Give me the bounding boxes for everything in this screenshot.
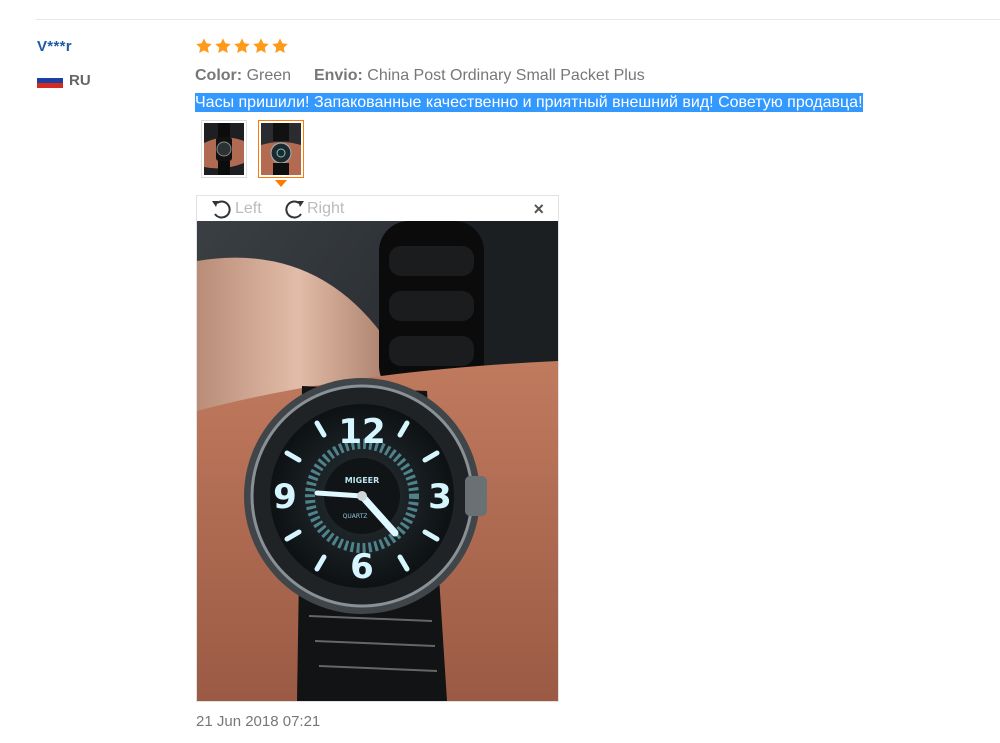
photo-thumbnail-1[interactable] <box>201 120 247 178</box>
star-rating <box>195 35 985 57</box>
rotate-left-label: Left <box>235 200 262 217</box>
rotate-left-icon <box>212 200 231 219</box>
star-icon <box>234 38 250 54</box>
review-photo: 12 6 9 3 MIGEER QUARTZ <box>197 221 558 701</box>
review-date: 21 Jun 2018 07:21 <box>196 713 321 730</box>
rotate-right-label: Right <box>307 200 345 217</box>
russia-flag-icon <box>37 73 63 88</box>
close-viewer-button[interactable]: × <box>533 200 544 218</box>
reviewer-info: V***r RU <box>37 38 91 89</box>
review-body: Color: Green Envio: China Post Ordinary … <box>195 35 985 187</box>
order-details: Color: Green Envio: China Post Ordinary … <box>195 67 985 85</box>
viewer-toolbar: Left Right × <box>197 196 558 221</box>
color-value: Green <box>246 67 292 84</box>
rotate-right-icon <box>285 200 304 219</box>
reviewer-country: RU <box>37 72 91 89</box>
watch-sublabel: QUARTZ <box>343 513 368 520</box>
shipping-value: China Post Ordinary Small Packet Plus <box>367 67 645 84</box>
reviewer-name[interactable]: V***r <box>37 38 72 55</box>
country-code: RU <box>69 72 91 89</box>
review-text-selection: Часы пришили! Запакованные качественно и… <box>195 93 863 112</box>
photo-viewer: Left Right × 12 6 9 3 MIGEER QUARTZ <box>196 195 559 702</box>
watch-brand: MIGEER <box>345 476 380 485</box>
star-icon <box>215 38 231 54</box>
svg-text:3: 3 <box>428 477 452 517</box>
svg-text:6: 6 <box>350 547 374 587</box>
svg-text:9: 9 <box>273 477 297 517</box>
wrist-watch-photo <box>261 123 301 175</box>
wrist-watch-photo <box>204 123 244 175</box>
divider <box>36 19 1000 20</box>
rotate-right-button[interactable]: Right <box>281 197 344 221</box>
star-icon <box>272 38 288 54</box>
star-icon <box>253 38 269 54</box>
shipping-label: Envio: <box>313 67 363 84</box>
rotate-left-button[interactable]: Left <box>209 197 262 221</box>
photo-thumbnails <box>201 120 985 187</box>
photo-thumbnail-2[interactable] <box>258 120 304 187</box>
star-icon <box>196 38 212 54</box>
review-text: Часы пришили! Запакованные качественно и… <box>195 93 985 113</box>
color-label: Color: <box>195 67 243 84</box>
svg-text:12: 12 <box>338 412 385 452</box>
